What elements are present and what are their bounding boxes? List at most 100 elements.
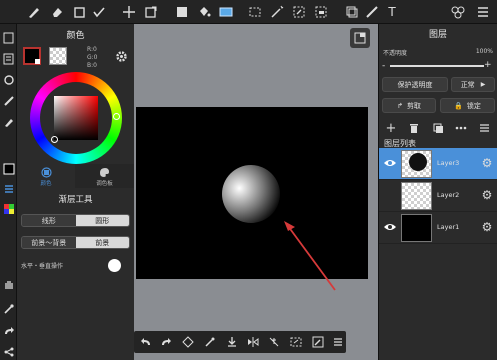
color-tabs: 颜色 调色板 <box>17 164 134 188</box>
gradient-shape-toggle: 线形 圆形 <box>21 214 130 227</box>
layer1-settings-gear-icon[interactable]: ⚙ <box>480 220 494 234</box>
select-pen-icon[interactable] <box>290 3 308 21</box>
opacity-plus-button[interactable]: + <box>484 60 492 70</box>
layer2-name: Layer2 <box>437 191 460 199</box>
gradient-mode-toggle: 前景～背景 前景 <box>21 236 130 249</box>
horizontal-vertical-label: 水平・垂直操作 <box>21 263 64 270</box>
eye-icon[interactable] <box>383 157 397 169</box>
page-icon[interactable] <box>0 30 17 46</box>
ruler-side-icon[interactable] <box>0 93 17 109</box>
tab-palette[interactable]: 调色板 <box>75 164 134 188</box>
hand-icon[interactable] <box>0 276 17 292</box>
layer2-settings-gear-icon[interactable]: ⚙ <box>480 188 494 202</box>
clip-button[interactable]: ↱ 剪取 <box>382 98 436 113</box>
eyedropper-icon[interactable] <box>0 301 17 317</box>
gradient-tool-title: 渐层工具 <box>58 195 93 205</box>
layer-list-icon[interactable] <box>477 121 491 135</box>
layer3-settings-gear-icon[interactable]: ⚙ <box>480 156 494 170</box>
brush-icon[interactable] <box>25 3 43 21</box>
check-icon[interactable] <box>90 3 108 21</box>
clear-selection-icon[interactable] <box>288 334 304 350</box>
gradient-circular-option[interactable]: 圆形 <box>75 215 129 226</box>
redo-icon[interactable] <box>0 323 17 339</box>
clip-label: 剪取 <box>406 101 421 110</box>
text-tool-icon[interactable]: T <box>383 3 401 21</box>
layer-row-layer3[interactable]: Layer3 ⚙ <box>379 148 497 180</box>
gradient-fg-option[interactable]: 前景 <box>75 237 129 248</box>
layer-row-layer2[interactable]: Layer2 ⚙ <box>379 180 497 212</box>
list-icon[interactable] <box>0 181 17 197</box>
saturation-value-square[interactable] <box>54 96 98 140</box>
tab-color-label: 颜色 <box>40 181 52 187</box>
undo-icon[interactable] <box>138 334 154 350</box>
protect-alpha-button[interactable]: 保护透明度 <box>382 77 448 92</box>
blend-mode-select[interactable]: 正常 ▶ <box>451 77 495 92</box>
blend-mode-chevron-icon: ▶ <box>480 81 486 88</box>
palette-icon[interactable] <box>0 201 17 217</box>
gradient-sphere <box>222 165 280 223</box>
bucket-icon[interactable] <box>195 3 213 21</box>
blend-mode-value: 正常 <box>460 80 475 89</box>
snap-off-icon[interactable] <box>266 334 282 350</box>
pen-icon[interactable] <box>0 114 17 130</box>
layer3-thumbnail <box>401 150 432 178</box>
share-icon[interactable] <box>0 344 17 360</box>
eyedropper-icon[interactable] <box>202 334 218 350</box>
opacity-value: 100% <box>475 48 493 55</box>
gradient-linear-option[interactable]: 线形 <box>22 215 76 226</box>
opacity-minus-button[interactable]: - <box>382 61 385 71</box>
opacity-slider[interactable] <box>390 65 484 67</box>
transform-icon[interactable] <box>142 3 160 21</box>
add-layer-icon[interactable]: + <box>384 121 398 135</box>
smudge-icon[interactable] <box>70 3 88 21</box>
layer-panel: 图层 不透明度 100% - + 保护透明度 正常 ▶ ↱ 剪取 🔒 锁定 + … <box>378 24 497 360</box>
edit-canvas-icon[interactable] <box>310 334 326 350</box>
fill-color-icon[interactable] <box>173 3 191 21</box>
menu-icon[interactable] <box>474 3 492 21</box>
sv-picker-handle[interactable] <box>51 136 58 143</box>
transform-rotate-icon[interactable] <box>180 334 196 350</box>
left-toolbar <box>0 24 17 360</box>
tab-color[interactable]: 颜色 <box>17 164 75 188</box>
lock-button[interactable]: 🔒 锁定 <box>440 98 495 113</box>
layer-row-layer1[interactable]: Layer1 ⚙ <box>379 212 497 244</box>
select-eraser-icon[interactable] <box>312 3 330 21</box>
tab-palette-label: 调色板 <box>96 181 113 187</box>
layers-icon[interactable] <box>0 51 17 67</box>
more-options-icon[interactable] <box>454 121 468 135</box>
duplicate-layer-icon[interactable] <box>431 121 445 135</box>
background-swatch[interactable] <box>49 47 67 65</box>
magic-wand-icon[interactable] <box>268 3 286 21</box>
redo-icon[interactable] <box>158 334 174 350</box>
hue-picker-handle[interactable] <box>113 113 120 120</box>
gradient-icon[interactable] <box>217 3 235 21</box>
layer1-thumbnail <box>401 214 432 242</box>
delete-layer-icon[interactable] <box>407 121 421 135</box>
import-icon[interactable] <box>224 334 240 350</box>
horizontal-vertical-toggle[interactable] <box>108 259 121 272</box>
rgb-readout: R:0 G:0 B:0 <box>87 46 98 70</box>
swap-colors-icon[interactable] <box>35 59 40 64</box>
fullscreen-icon[interactable] <box>350 28 370 48</box>
eye-icon[interactable] <box>383 221 397 233</box>
layers-stack-icon[interactable] <box>343 3 361 21</box>
layer3-name: Layer3 <box>437 159 460 167</box>
layer-panel-title: 图层 <box>428 29 447 40</box>
color-settings-gear-icon[interactable] <box>114 49 128 63</box>
clip-icon: ↱ <box>397 101 403 110</box>
annotation-arrow <box>284 221 336 291</box>
flip-horizontal-icon[interactable] <box>245 334 261 350</box>
gradient-fg-bg-option[interactable]: 前景～背景 <box>22 237 76 248</box>
lasso-select-icon[interactable] <box>246 3 264 21</box>
rotate-icon[interactable] <box>0 72 17 88</box>
color-swatch-icon[interactable] <box>0 161 17 177</box>
top-toolbar: T <box>0 0 497 24</box>
hue-wheel[interactable] <box>30 72 122 164</box>
canvas-menu-icon[interactable] <box>330 334 346 350</box>
palette-tab-icon <box>98 166 110 178</box>
lock-label: 锁定 <box>466 101 481 110</box>
ruler-icon[interactable] <box>363 3 381 21</box>
eraser-icon[interactable] <box>48 3 66 21</box>
move-icon[interactable] <box>120 3 138 21</box>
layer-panel-icon[interactable] <box>449 3 467 21</box>
